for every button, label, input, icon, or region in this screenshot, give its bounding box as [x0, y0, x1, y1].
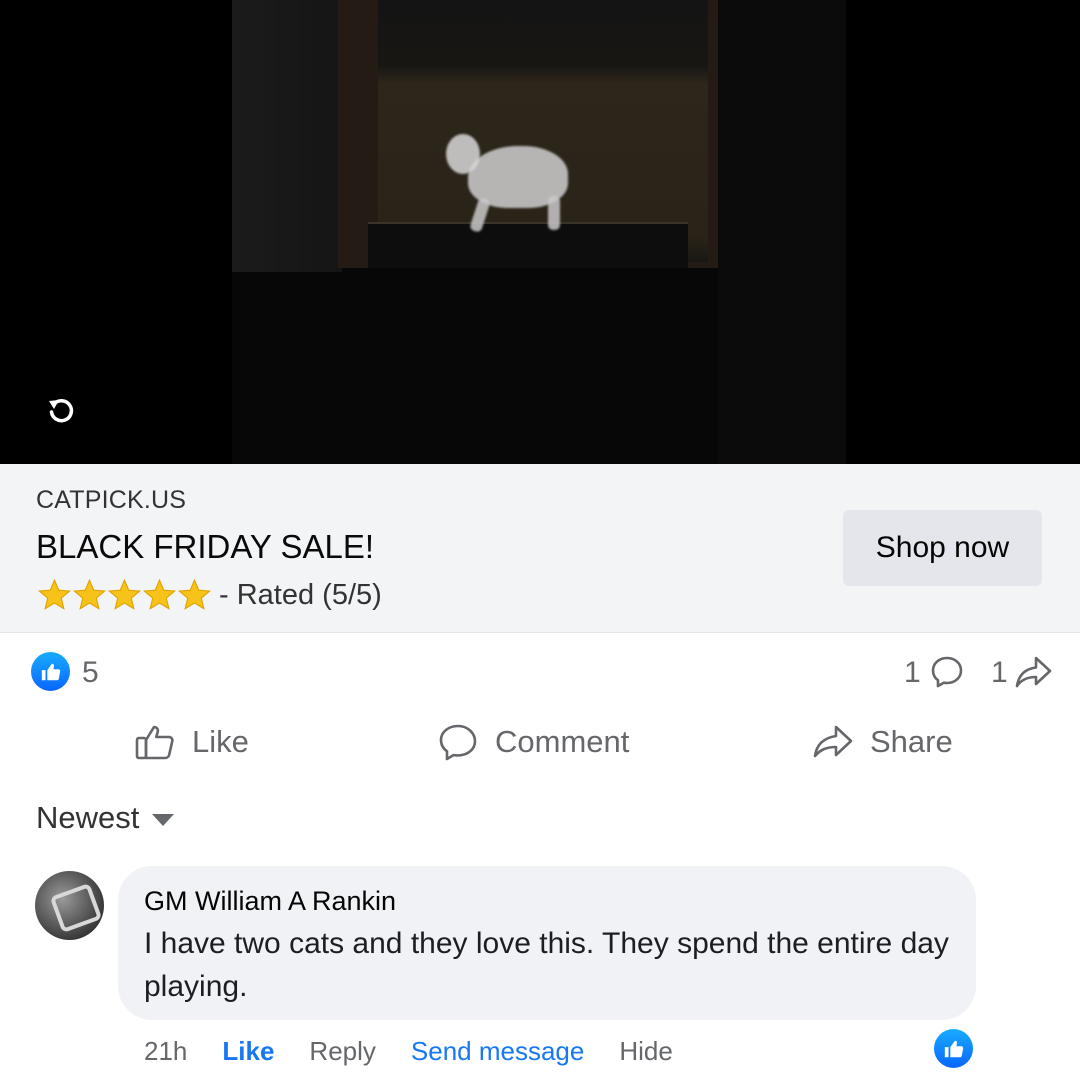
ad-domain: CATPICK.US	[36, 486, 187, 514]
video-cat-head	[446, 134, 480, 174]
comment-like-link[interactable]: Like	[222, 1036, 274, 1067]
comment-count[interactable]: 1	[904, 656, 921, 690]
video-scene-shelf	[368, 222, 688, 268]
avatar[interactable]	[35, 871, 104, 940]
comment-sort-dropdown[interactable]: Newest	[36, 800, 175, 836]
comment-text: I have two cats and they love this. They…	[144, 927, 949, 1003]
video-scene-wall	[232, 0, 342, 272]
replay-icon[interactable]	[44, 394, 78, 428]
star-icon	[142, 578, 177, 610]
comment-icon	[439, 724, 477, 761]
comment-timestamp[interactable]: 21h	[144, 1036, 187, 1067]
sort-label: Newest	[36, 800, 140, 835]
video-scene-shadow	[718, 0, 846, 464]
ad-headline: BLACK FRIDAY SALE!	[36, 528, 375, 565]
like-count[interactable]: 5	[82, 656, 99, 690]
comment-like-reaction-icon[interactable]	[934, 1029, 973, 1068]
share-count-icon	[1015, 656, 1052, 688]
like-reaction-icon[interactable]	[31, 652, 70, 691]
comment-count-icon	[931, 656, 963, 688]
share-button-label: Share	[870, 724, 953, 759]
ad-link-card[interactable]: CATPICK.US BLACK FRIDAY SALE! - Rated (5…	[0, 464, 1080, 633]
comment-button[interactable]: Comment	[437, 722, 629, 762]
like-button[interactable]: Like	[134, 722, 249, 762]
rating-text: - Rated (5/5)	[219, 578, 382, 611]
rating-stars	[36, 578, 212, 612]
reaction-summary: 5 1 1	[0, 632, 1080, 712]
avatar-detail	[49, 882, 103, 934]
comment-bubble: GM William A Rankin I have two cats and …	[118, 866, 976, 1020]
caret-down-icon	[152, 814, 175, 826]
comment-send-message-link[interactable]: Send message	[411, 1036, 584, 1067]
comment-author[interactable]: GM William A Rankin	[144, 886, 396, 917]
shop-now-button[interactable]: Shop now	[843, 510, 1042, 586]
share-count[interactable]: 1	[991, 656, 1008, 690]
share-icon	[813, 725, 853, 758]
like-button-label: Like	[192, 724, 249, 759]
video-cat-leg	[548, 196, 560, 230]
comment-hide-link[interactable]: Hide	[619, 1036, 672, 1067]
thumbs-up-icon	[135, 725, 174, 760]
share-button[interactable]: Share	[812, 722, 953, 762]
star-icon	[37, 578, 72, 610]
post-actions: Like Comment Share	[0, 712, 1080, 782]
star-icon	[107, 578, 142, 610]
comment-meta: 21h Like Reply Send message Hide	[144, 1036, 708, 1067]
star-icon	[72, 578, 107, 610]
comment-button-label: Comment	[495, 724, 630, 759]
ad-rating: - Rated (5/5)	[36, 578, 382, 612]
star-icon	[177, 578, 212, 610]
comment-reply-link[interactable]: Reply	[309, 1036, 375, 1067]
video-player[interactable]	[0, 0, 1080, 464]
